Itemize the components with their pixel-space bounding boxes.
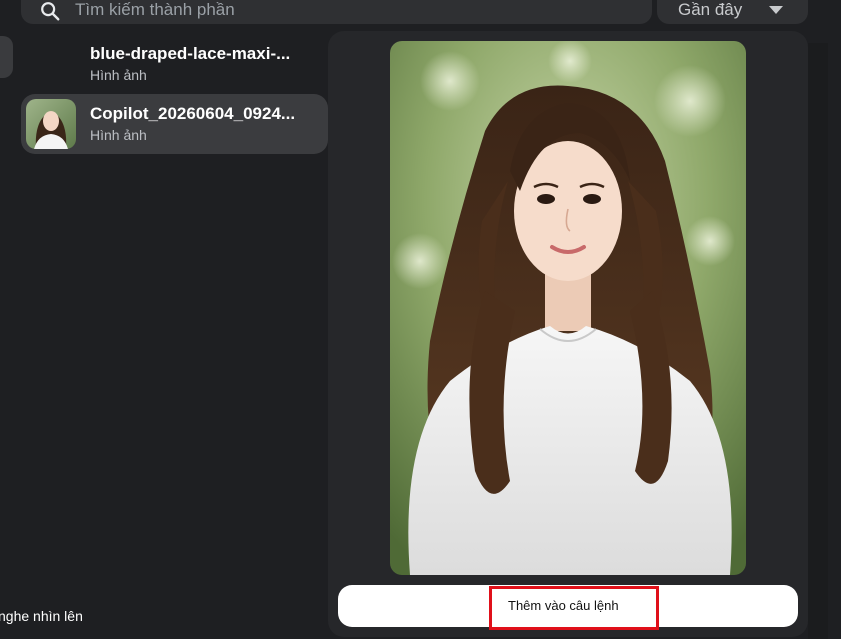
- collapsed-nav-button[interactable]: [0, 36, 13, 78]
- sort-selected-label: Gần đây: [678, 0, 743, 19]
- chevron-down-icon: [769, 6, 783, 14]
- list-item[interactable]: blue-draped-lace-maxi-... Hình ảnh: [21, 34, 328, 94]
- list-item-thumbnail: [26, 99, 76, 149]
- partial-footer-text: nghe nhìn lên: [0, 608, 83, 624]
- add-to-prompt-label: Thêm vào câu lệnh: [508, 598, 619, 613]
- panel-edge: [808, 43, 828, 639]
- list-item-type: Hình ảnh: [90, 127, 147, 143]
- list-item-selected[interactable]: Copilot_20260604_0924... Hình ảnh: [21, 94, 328, 154]
- preview-image: [390, 41, 746, 575]
- search-input[interactable]: [73, 0, 637, 21]
- list-item-title: blue-draped-lace-maxi-...: [90, 44, 291, 63]
- search-icon: [41, 2, 60, 21]
- add-to-prompt-button[interactable]: Thêm vào câu lệnh: [338, 585, 798, 627]
- search-bar[interactable]: [21, 0, 652, 24]
- sort-dropdown[interactable]: Gần đây: [657, 0, 808, 24]
- list-item-title: Copilot_20260604_0924...: [90, 104, 296, 123]
- list-item-type: Hình ảnh: [90, 67, 147, 83]
